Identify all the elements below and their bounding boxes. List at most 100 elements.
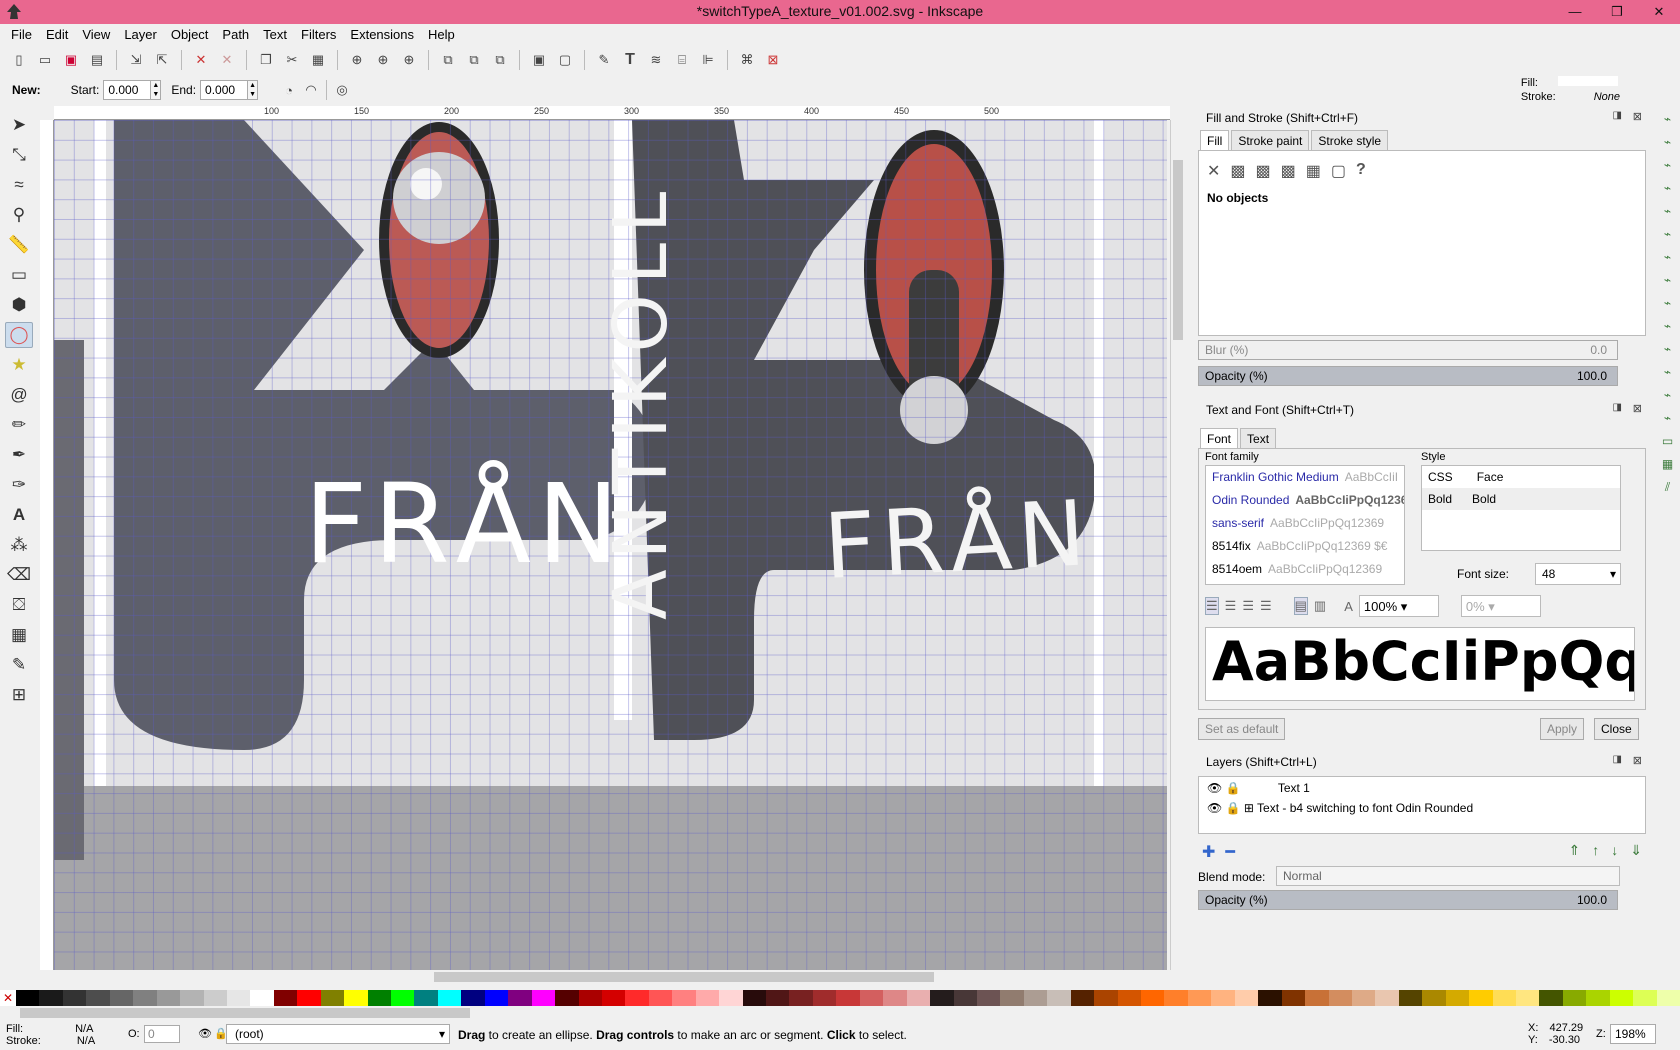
palette-swatch[interactable] [391,990,415,1006]
palette-swatch[interactable] [1351,990,1376,1006]
palette-swatch[interactable] [695,990,720,1006]
ungroup-icon[interactable]: ▢ [554,49,576,71]
palette-swatch[interactable] [461,990,485,1006]
palette-swatch[interactable] [836,990,860,1006]
horizontal-text-icon[interactable]: ▤ [1293,597,1308,615]
3d-box-tool-icon[interactable]: ⬢ [5,292,33,318]
font-item[interactable]: sans-serif AaBbCcIiPpQq12369 [1206,512,1404,535]
horizontal-scrollbar[interactable] [54,970,1170,984]
palette-swatch[interactable] [1445,990,1470,1006]
palette-swatch[interactable] [1141,990,1165,1006]
palette-swatch[interactable] [1023,990,1048,1006]
palette-swatch[interactable] [273,990,298,1006]
palette-swatch[interactable] [484,990,509,1006]
snap-bbox-corner-icon[interactable]: ⌁ [1664,181,1671,195]
palette-swatch[interactable] [1469,990,1493,1006]
palette-swatch[interactable] [344,990,368,1006]
remove-layer-icon[interactable]: ━ [1225,842,1235,862]
spray-tool-icon[interactable]: ⁂ [5,532,33,558]
kerning-select[interactable]: 0% ▾ [1460,595,1541,617]
panel-close-icon[interactable]: ⊠ [1633,110,1642,123]
menu-file[interactable]: File [4,24,39,44]
palette-swatch[interactable] [1375,990,1399,1006]
menu-view[interactable]: View [75,24,117,44]
layer-opacity-slider[interactable]: Opacity (%) 100.0 [1198,890,1618,910]
panel-close-icon[interactable]: ⊠ [1633,754,1642,767]
layers-icon[interactable]: ≋ [645,49,667,71]
spiral-tool-icon[interactable]: @ [5,382,33,408]
fran-text-left[interactable]: FRÅN [304,460,625,588]
align-left-icon[interactable]: ☰ [1205,597,1219,615]
palette-swatch[interactable] [180,990,204,1006]
menu-filters[interactable]: Filters [294,24,343,44]
snap-text-baseline-icon[interactable]: ⌁ [1664,411,1671,425]
panel-iconify-icon[interactable]: ◨ [1613,754,1622,765]
zoom-drawing-icon[interactable]: ⊕ [372,49,394,71]
set-default-button[interactable]: Set as default [1198,718,1286,740]
lower-to-bottom-icon[interactable]: ⇓ [1630,842,1642,859]
palette-swatch[interactable] [1094,990,1118,1006]
horizontal-ruler[interactable]: 100 150 200 250 300 350 400 450 500 [54,106,1170,120]
font-item[interactable]: Franklin Gothic Medium AaBbCcIiI [1206,466,1404,489]
palette-swatch[interactable] [1516,990,1540,1006]
menu-text[interactable]: Text [256,24,294,44]
palette-swatch[interactable] [1492,990,1516,1006]
snap-page-icon[interactable]: ▭ [1662,434,1673,448]
palette-swatch[interactable] [883,990,907,1006]
palette-swatch[interactable] [1234,990,1259,1006]
palette-swatch[interactable] [859,990,884,1006]
menu-object[interactable]: Object [164,24,216,44]
palette-swatch[interactable] [297,990,321,1006]
palette-swatch[interactable] [555,990,579,1006]
palette-swatch[interactable] [906,990,931,1006]
import-icon[interactable]: ⇲ [125,49,147,71]
vertical-scrollbar[interactable] [1170,120,1184,970]
palette-swatch[interactable] [203,990,227,1006]
align-right-icon[interactable]: ☰ [1242,598,1254,614]
palette-swatch[interactable] [1211,990,1235,1006]
preferences-icon[interactable]: ⊠ [762,49,784,71]
copy-icon[interactable]: ❐ [255,49,277,71]
palette-swatch[interactable] [508,990,532,1006]
palette-swatch[interactable] [789,990,813,1006]
fill-stroke-icon[interactable]: ✎ [593,49,615,71]
panel-iconify-icon[interactable]: ◨ [1613,402,1622,413]
add-layer-icon[interactable]: ✚ [1202,842,1215,862]
color-palette[interactable]: ✕ [0,990,1680,1006]
no-paint-icon[interactable]: ✕ [1207,161,1220,181]
calligraphy-tool-icon[interactable]: ✑ [5,472,33,498]
menu-extensions[interactable]: Extensions [343,24,421,44]
tab-text[interactable]: Text [1240,428,1277,449]
group-icon[interactable]: ▣ [528,49,550,71]
tab-fill[interactable]: Fill [1200,130,1230,151]
duplicate-icon[interactable]: ⧉ [437,49,459,71]
palette-swatch[interactable] [1562,990,1587,1006]
palette-swatch[interactable] [625,990,649,1006]
style-row-bold[interactable]: Bold Bold [1422,488,1620,510]
print-icon[interactable]: ▤ [86,49,108,71]
palette-swatch[interactable] [601,990,626,1006]
line-spacing-select[interactable]: 100% ▾ [1358,595,1439,617]
zoom-input[interactable]: 198% [1610,1024,1656,1044]
blur-slider[interactable]: Blur (%) 0.0 [1198,340,1618,360]
menu-edit[interactable]: Edit [39,24,75,44]
snap-bbox-icon[interactable]: ⌁ [1664,135,1671,149]
horizontal-scroll-thumb[interactable] [434,972,934,982]
palette-swatch[interactable] [62,990,87,1006]
style-fill-swatch[interactable] [1557,76,1618,86]
end-input[interactable]: 0.000 [200,80,249,100]
palette-swatch[interactable] [1258,990,1282,1006]
make-whole-icon[interactable]: ◎ [331,79,353,101]
palette-swatch[interactable] [1305,990,1329,1006]
undo-icon[interactable]: ✕ [190,49,212,71]
snap-grid-icon[interactable]: ▦ [1662,457,1673,471]
snap-intersection-icon[interactable]: ⌁ [1664,273,1671,287]
save-icon[interactable]: ▣ [60,49,82,71]
layer-row[interactable]: 👁 🔒 ⊞ Text - b4 switching to font Odin R… [1199,799,1645,817]
palette-swatch[interactable] [39,990,63,1006]
palette-swatch[interactable] [976,990,1001,1006]
close-button[interactable]: Close [1594,718,1639,740]
palette-swatch[interactable] [1539,990,1563,1006]
palette-swatch[interactable] [320,990,345,1006]
node-tool-icon[interactable]: ⤡ [5,142,33,168]
